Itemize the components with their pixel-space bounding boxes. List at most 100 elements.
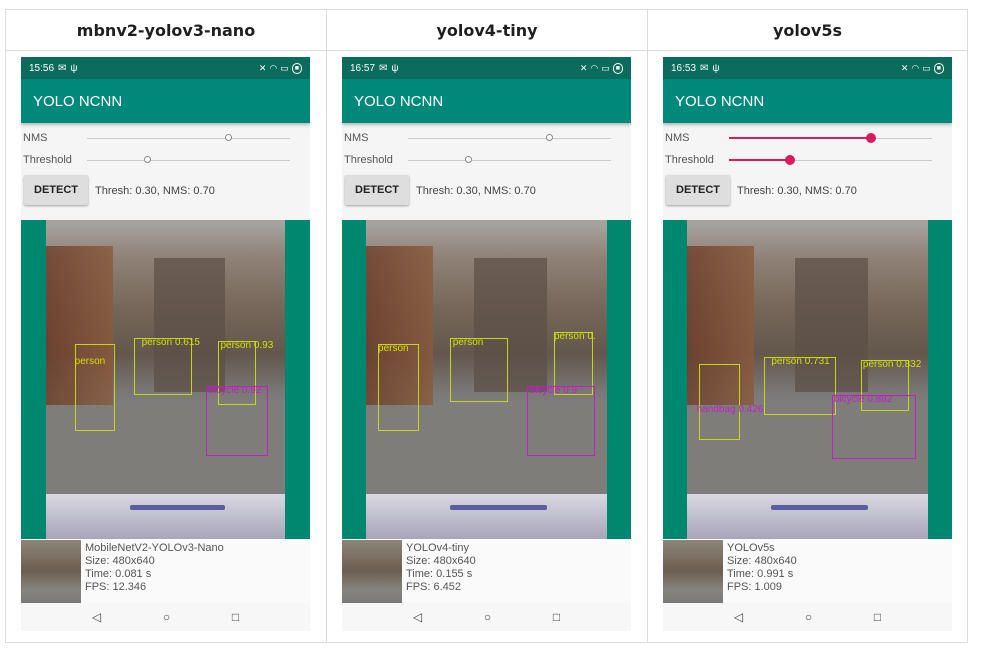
detection-label: person [74,356,106,368]
android-nav-bar: ◁ ○ □ [342,603,631,631]
threshold-slider-row: Threshold [342,149,631,171]
app-title: YOLO NCNN [33,92,123,110]
phone-screenshot: 15:56 ✉ ψ ✕ ◠ ▭ ■ YOLO NCNN NMS Threshold DET… [21,57,310,631]
threshold-fill [729,159,790,161]
detection-box [378,344,420,431]
detect-button[interactable]: DETECT [345,175,409,205]
image-size: Size: 480x640 [727,555,797,567]
params-text: Thresh: 0.30, NMS: 0.70 [95,185,215,197]
nms-slider-row: NMS [663,127,952,149]
status-bar: 16:57 ✉ ψ ✕ ◠ ▭ ■ [342,57,631,79]
fps-value: FPS: 6.452 [406,581,462,593]
wifi-icon: ◠ [269,62,278,73]
nms-slider-row: NMS [21,127,310,149]
threshold-thumb[interactable] [464,156,472,163]
nms-slider[interactable] [729,133,932,143]
detect-button[interactable]: DETECT [24,175,88,205]
detection-label: person 0.93 [220,340,274,352]
column-yolov5s: yolov5s 16:53 ✉ ψ ✕ ◠ ▭ ■ YOLO NCNN NMS Thres… [647,10,967,642]
back-icon[interactable]: ◁ [734,610,743,624]
nms-label: NMS [665,132,690,144]
screen-icon: ▭ [280,62,289,73]
nms-slider[interactable] [87,134,290,141]
result-footer: YOLOv4-tiny Size: 480x640 Time: 0.155 s … [342,539,631,617]
detection-label: handbag 0.426 [696,404,764,416]
column-mbnv2: mbnv2-yolov3-nano 15:56 ✉ ψ ✕ ◠ ▭ ■ YOLO NCNN… [6,10,326,642]
detection-image: person person 0. bicycle 0.9 person [366,220,607,539]
usb-icon: ψ [391,62,399,74]
android-nav-bar: ◁ ○ □ [21,603,310,631]
battery-icon: ■ [291,62,302,74]
status-bar: 15:56 ✉ ψ ✕ ◠ ▭ ■ [21,57,310,79]
recents-icon[interactable]: □ [874,610,881,624]
result-footer: MobileNetV2-YOLOv3-Nano Size: 480x640 Ti… [21,539,310,617]
detection-box [206,385,269,457]
params-text: Thresh: 0.30, NMS: 0.70 [416,185,536,197]
column-header: yolov5s [648,10,967,51]
usb-icon: ψ [712,62,720,74]
back-icon[interactable]: ◁ [92,610,101,624]
mute-icon: ✕ [579,62,588,73]
detection-label: bicycle 0.9 [529,384,578,396]
image-viewer: person 0.832 handbag 0.426 bicycle 0.882… [663,220,952,539]
app-bar: YOLO NCNN [21,79,310,123]
detection-label: person [452,337,484,349]
status-time: 15:56 [29,62,55,74]
recents-icon[interactable]: □ [232,610,239,624]
wifi-icon: ◠ [590,62,599,73]
detect-button[interactable]: DETECT [666,175,730,205]
nms-thumb[interactable] [866,133,877,143]
threshold-thumb[interactable] [784,155,795,165]
status-time: 16:57 [350,62,376,74]
home-icon[interactable]: ○ [484,610,491,624]
threshold-slider[interactable] [408,156,611,163]
nms-thumb[interactable] [225,134,233,141]
column-header: mbnv2-yolov3-nano [6,10,326,51]
screen-icon: ▭ [601,62,610,73]
fps-value: FPS: 1.009 [727,581,783,593]
threshold-label: Threshold [23,154,72,166]
inference-time: Time: 0.155 s [406,568,473,580]
nms-fill [729,137,872,139]
action-row: DETECT Thresh: 0.30, NMS: 0.70 [21,171,310,209]
model-name: YOLOv5s [727,542,775,554]
threshold-slider[interactable] [729,155,932,165]
mail-icon: ✉ [58,62,67,74]
mute-icon: ✕ [258,62,267,73]
image-size: Size: 480x640 [85,555,155,567]
inference-time: Time: 0.081 s [85,568,152,580]
back-icon[interactable]: ◁ [413,610,422,624]
result-meta: YOLOv4-tiny Size: 480x640 Time: 0.155 s … [406,542,476,594]
fps-value: FPS: 12.346 [85,581,147,593]
recents-icon[interactable]: □ [553,610,560,624]
detection-label: person 0. [553,330,596,342]
column-header: yolov4-tiny [327,10,647,51]
app-bar: YOLO NCNN [342,79,631,123]
model-name: MobileNetV2-YOLOv3-Nano [85,542,224,554]
threshold-slider-row: Threshold [663,149,952,171]
phone-screenshot: 16:53 ✉ ψ ✕ ◠ ▭ ■ YOLO NCNN NMS Threshold DET… [663,57,952,631]
inference-time: Time: 0.991 s [727,568,794,580]
home-icon[interactable]: ○ [805,610,812,624]
nms-thumb[interactable] [546,134,554,141]
usb-icon: ψ [70,62,78,74]
detection-label: person 0.832 [862,359,922,371]
app-title: YOLO NCNN [354,92,444,110]
nms-slider[interactable] [408,134,611,141]
image-size: Size: 480x640 [406,555,476,567]
threshold-thumb[interactable] [143,156,151,163]
mail-icon: ✉ [379,62,388,74]
detection-box [699,363,741,441]
detection-label: person 0.615 [141,337,200,349]
model-name: YOLOv4-tiny [406,542,469,554]
nms-slider-row: NMS [342,127,631,149]
threshold-slider-row: Threshold [21,149,310,171]
threshold-slider[interactable] [87,156,290,163]
home-icon[interactable]: ○ [163,610,170,624]
mute-icon: ✕ [900,62,909,73]
threshold-label: Threshold [344,154,393,166]
battery-icon: ■ [612,62,623,74]
image-viewer: person 0.615 person 0.93 bicycle 0.92 pe… [21,220,310,539]
detection-box [527,385,595,457]
status-time: 16:53 [671,62,697,74]
